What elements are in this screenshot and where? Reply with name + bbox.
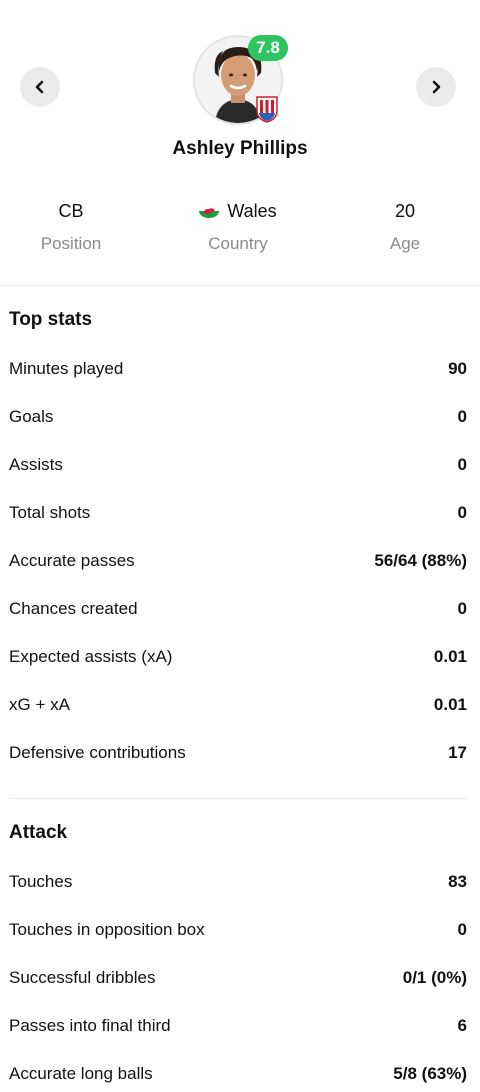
stat-label: Successful dribbles [9,968,156,987]
info-age: 20 Age [325,198,480,254]
stat-value: 0.01 [433,695,467,714]
age-label: Age [389,234,421,253]
stat-row-accurate-passes: Accurate passes 56/64 (88%) [9,546,467,576]
player-avatar-wrap: 7.8 [193,35,288,125]
chevron-left-icon [35,80,44,94]
stat-value: 0.01 [433,647,467,666]
stat-value: 90 [448,359,467,378]
player-header: 7.8 Ashley Phillips [0,0,480,178]
stat-value: 0 [457,455,467,474]
player-info-row: CB Position Wales Country 20 Age [0,198,480,268]
stat-row-passes-final-third: Passes into final third 6 [9,1011,467,1041]
position-label: Position [40,234,102,253]
stat-row-minutes-played: Minutes played 90 [9,354,467,384]
stat-label: Chances created [9,599,138,618]
stat-row-xg-xa: xG + xA 0.01 [9,690,467,720]
previous-player-button[interactable] [20,67,60,107]
country-value: Wales [227,201,277,221]
stat-row-goals: Goals 0 [9,402,467,432]
player-name: Ashley Phillips [172,138,308,159]
stat-row-defensive-contributions: Defensive contributions 17 [9,738,467,768]
stat-row-chances-created: Chances created 0 [9,594,467,624]
stat-row-successful-dribbles: Successful dribbles 0/1 (0%) [9,963,467,993]
stat-label: Accurate long balls [9,1064,153,1083]
info-position: CB Position [0,198,151,254]
rating-badge: 7.8 [248,35,288,61]
stat-row-touches-opposition-box: Touches in opposition box 0 [9,915,467,945]
stat-row-total-shots: Total shots 0 [9,498,467,528]
stat-label: Total shots [9,503,91,522]
stat-label: Expected assists (xA) [9,647,173,666]
stat-row-accurate-long-balls: Accurate long balls 5/8 (63%) [9,1059,467,1089]
stat-value: 6 [457,1016,467,1035]
stat-row-expected-assists: Expected assists (xA) 0.01 [9,642,467,672]
club-crest-icon [256,96,278,123]
stat-value: 83 [448,872,467,891]
country-label: Country [208,234,268,253]
stat-value: 0/1 (0%) [402,968,467,987]
stat-label: Minutes played [9,359,124,378]
country-value-row: Wales [158,198,318,224]
stat-label: Assists [9,455,63,474]
wales-flag-icon [199,204,220,218]
stat-value: 17 [448,743,467,762]
stat-value: 0 [457,407,467,426]
stat-label: Passes into final third [9,1016,171,1035]
stat-value: 0 [457,503,467,522]
stat-value: 0 [457,599,467,618]
stat-label: xG + xA [9,695,70,714]
info-country: Wales Country [158,198,318,254]
attack-title: Attack [9,822,68,843]
stat-label: Goals [9,407,54,426]
stat-value: 0 [457,920,467,939]
chevron-right-icon [432,80,441,94]
divider [9,798,467,799]
stat-value: 56/64 (88%) [374,551,467,570]
top-stats-title: Top stats [9,309,93,330]
stat-row-touches: Touches 83 [9,867,467,897]
stat-label: Touches in opposition box [9,920,205,939]
stat-label: Accurate passes [9,551,135,570]
stat-row-assists: Assists 0 [9,450,467,480]
stat-label: Touches [9,872,73,891]
stat-label: Defensive contributions [9,743,186,762]
stat-value: 5/8 (63%) [393,1064,467,1083]
next-player-button[interactable] [416,67,456,107]
position-value: CB [58,201,84,221]
divider [0,285,480,286]
age-value: 20 [394,201,416,221]
